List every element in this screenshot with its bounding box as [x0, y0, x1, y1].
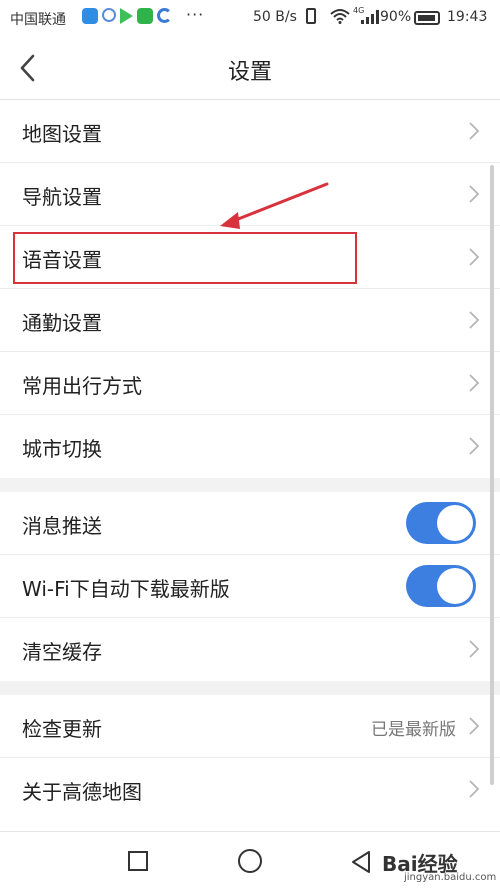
shield-app-icon — [82, 8, 98, 24]
notification-icons — [82, 8, 172, 24]
toggle-knob — [437, 568, 473, 604]
chevron-right-icon — [468, 247, 480, 267]
vibrate-icon — [306, 8, 316, 24]
settings-item-label: 检查更新 — [22, 717, 102, 741]
toggle-knob — [437, 505, 473, 541]
settings-item-about[interactable]: 关于高德地图 — [0, 758, 500, 821]
settings-item-label: 消息推送 — [22, 514, 102, 538]
page-title: 设置 — [227, 60, 272, 85]
scrollbar[interactable] — [490, 165, 494, 785]
settings-item-clear-cache[interactable]: 清空缓存 — [0, 618, 500, 681]
chevron-right-icon — [468, 184, 480, 204]
chevron-right-icon — [468, 373, 480, 393]
paw-app-icon — [102, 8, 116, 22]
update-status: 已是最新版 — [371, 720, 456, 740]
wifi-download-toggle[interactable] — [406, 565, 476, 607]
status-bar: 中国联通 ··· 50 B/s 4G 90% 19:43 — [0, 0, 500, 36]
settings-item-label: 关于高德地图 — [22, 780, 142, 804]
settings-item-label: 常用出行方式 — [22, 374, 142, 398]
settings-item-commute[interactable]: 通勤设置 — [0, 289, 500, 352]
settings-item-push: 消息推送 — [0, 492, 500, 555]
network-speed: 50 B/s — [253, 9, 297, 25]
signal-icon — [361, 10, 379, 24]
play-app-icon — [120, 8, 133, 24]
settings-item-map[interactable]: 地图设置 — [0, 100, 500, 163]
section-divider — [0, 681, 500, 695]
header-bar: 设置 — [0, 36, 500, 100]
home-button[interactable] — [238, 849, 262, 873]
carrier-name: 中国联通 — [10, 12, 66, 28]
recent-apps-button[interactable] — [128, 851, 148, 871]
settings-item-label: 清空缓存 — [22, 640, 102, 664]
annotation-arrow-icon — [220, 182, 329, 229]
settings-group-about: 检查更新 已是最新版 关于高德地图 — [0, 695, 500, 821]
wifi-icon — [330, 9, 350, 24]
chevron-right-icon — [468, 639, 480, 659]
chevron-right-icon — [468, 779, 480, 799]
battery-percent: 90% — [380, 9, 412, 25]
more-notifications-indicator: ··· — [186, 5, 205, 24]
settings-item-check-update[interactable]: 检查更新 已是最新版 — [0, 695, 500, 758]
video-app-icon — [137, 8, 153, 24]
system-navigation-bar: Bai经验 jingyan.baidu.com — [0, 831, 500, 889]
settings-item-city-switch[interactable]: 城市切换 — [0, 415, 500, 478]
settings-group-notifications: 消息推送 Wi-Fi下自动下载最新版 清空缓存 — [0, 492, 500, 681]
settings-item-label: 地图设置 — [22, 122, 102, 146]
battery-icon — [414, 11, 440, 25]
settings-item-travel-mode[interactable]: 常用出行方式 — [0, 352, 500, 415]
push-toggle[interactable] — [406, 502, 476, 544]
back-triangle-icon[interactable] — [350, 850, 372, 874]
settings-item-label: 城市切换 — [22, 437, 102, 461]
clock: 19:43 — [447, 9, 488, 25]
chevron-right-icon — [468, 716, 480, 736]
watermark-url: jingyan.baidu.com — [404, 872, 497, 883]
settings-item-label: 通勤设置 — [22, 311, 102, 335]
chevron-right-icon — [468, 310, 480, 330]
chevron-right-icon — [468, 121, 480, 141]
settings-item-label: 导航设置 — [22, 185, 102, 209]
settings-item-label: Wi-Fi下自动下载最新版 — [22, 577, 230, 601]
settings-item-wifi-download: Wi-Fi下自动下载最新版 — [0, 555, 500, 618]
section-divider — [0, 478, 500, 492]
settings-group-general: 地图设置 导航设置 语音设置 通勤设置 常用出行方式 城市切换 — [0, 100, 500, 478]
highlight-box — [13, 232, 357, 284]
loading-app-icon — [157, 8, 172, 23]
chevron-right-icon — [468, 436, 480, 456]
